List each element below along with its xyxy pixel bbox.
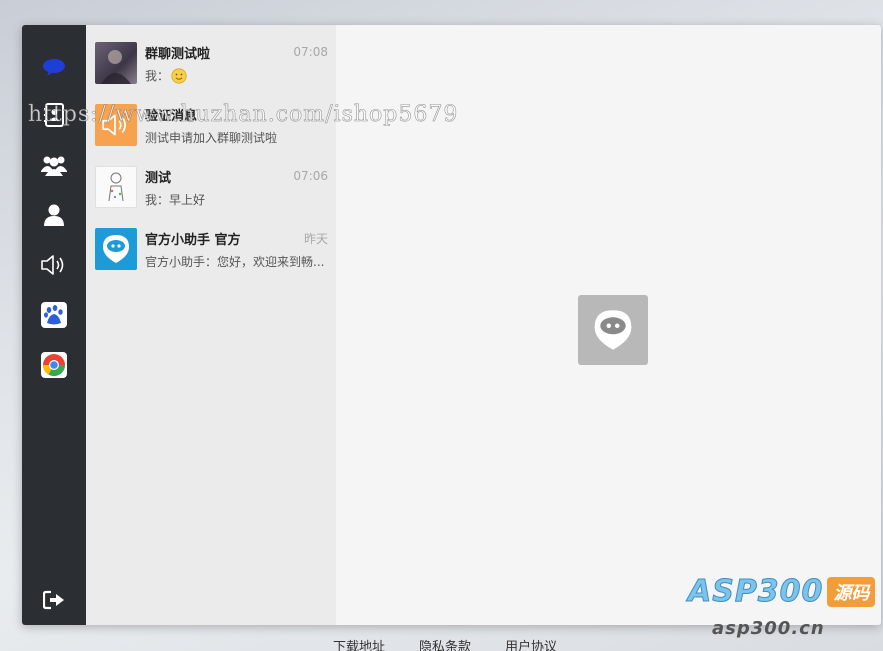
user-icon bbox=[44, 204, 64, 226]
chat-main-panel bbox=[336, 25, 881, 625]
group-photo-icon bbox=[101, 50, 131, 84]
conversation-name: 官方小助手 官方 bbox=[145, 232, 241, 248]
sidebar-item-groups[interactable] bbox=[22, 145, 86, 185]
conversation-preview: 我：早上好 bbox=[145, 193, 206, 207]
avatar bbox=[95, 166, 137, 208]
app-logo-icon bbox=[594, 310, 632, 350]
sidebar-item-notifications[interactable] bbox=[22, 245, 86, 285]
conversation-time: 07:06 bbox=[293, 169, 328, 183]
conversation-item[interactable]: 群聊测试啦 07:08 我： bbox=[86, 34, 336, 96]
sidebar bbox=[22, 25, 86, 625]
speaker-icon bbox=[102, 114, 126, 136]
avatar bbox=[95, 42, 137, 84]
download-link[interactable]: 下载地址 bbox=[333, 636, 385, 651]
empty-state-logo bbox=[578, 295, 648, 365]
sidebar-item-contacts-book[interactable] bbox=[22, 95, 86, 135]
conversation-preview: 官方小助手：您好，欢迎来到畅... bbox=[145, 255, 325, 269]
conversation-name: 测试 bbox=[145, 170, 172, 186]
conversation-name: 验证消息 bbox=[145, 108, 198, 124]
conversation-preview: 测试申请加入群聊测试啦 bbox=[145, 131, 278, 145]
avatar bbox=[95, 104, 137, 146]
conversation-item[interactable]: 测试 07:06 我：早上好 bbox=[86, 158, 336, 220]
address-book-icon bbox=[44, 103, 64, 127]
group-icon bbox=[41, 156, 67, 176]
sidebar-item-chrome[interactable] bbox=[22, 345, 86, 385]
sidebar-item-baidu[interactable] bbox=[22, 295, 86, 335]
conversation-name: 群聊测试啦 bbox=[145, 46, 211, 62]
footer-links: 下载地址 隐私条款 用户协议 bbox=[333, 636, 557, 651]
assistant-logo-icon bbox=[103, 235, 129, 263]
conversation-list: 群聊测试啦 07:08 我： 验证消息 测试申请加入群聊测试啦 测试 07:06… bbox=[86, 25, 336, 625]
baidu-paw-icon bbox=[41, 302, 67, 328]
browser-icon bbox=[41, 352, 67, 378]
sidebar-item-profile[interactable] bbox=[22, 195, 86, 235]
conversation-item[interactable]: 官方小助手 官方 昨天 官方小助手：您好，欢迎来到畅... bbox=[86, 220, 336, 282]
smile-emoji-icon bbox=[171, 67, 187, 84]
privacy-link[interactable]: 隐私条款 bbox=[419, 636, 471, 651]
conversation-time: 昨天 bbox=[303, 231, 328, 246]
speaker-icon bbox=[41, 255, 64, 275]
chat-window: 群聊测试啦 07:08 我： 验证消息 测试申请加入群聊测试啦 测试 07:06… bbox=[22, 25, 881, 625]
agreement-link[interactable]: 用户协议 bbox=[505, 636, 557, 651]
conversation-time: 07:08 bbox=[293, 45, 328, 59]
sidebar-item-logout[interactable] bbox=[22, 580, 86, 620]
avatar bbox=[95, 228, 137, 270]
sidebar-item-messages[interactable] bbox=[22, 47, 86, 87]
conversation-preview: 我： bbox=[145, 69, 170, 83]
sketch-avatar-icon bbox=[108, 172, 124, 202]
chat-bubble-icon bbox=[43, 59, 65, 76]
conversation-item[interactable]: 验证消息 测试申请加入群聊测试啦 bbox=[86, 96, 336, 158]
logout-icon bbox=[43, 590, 64, 610]
